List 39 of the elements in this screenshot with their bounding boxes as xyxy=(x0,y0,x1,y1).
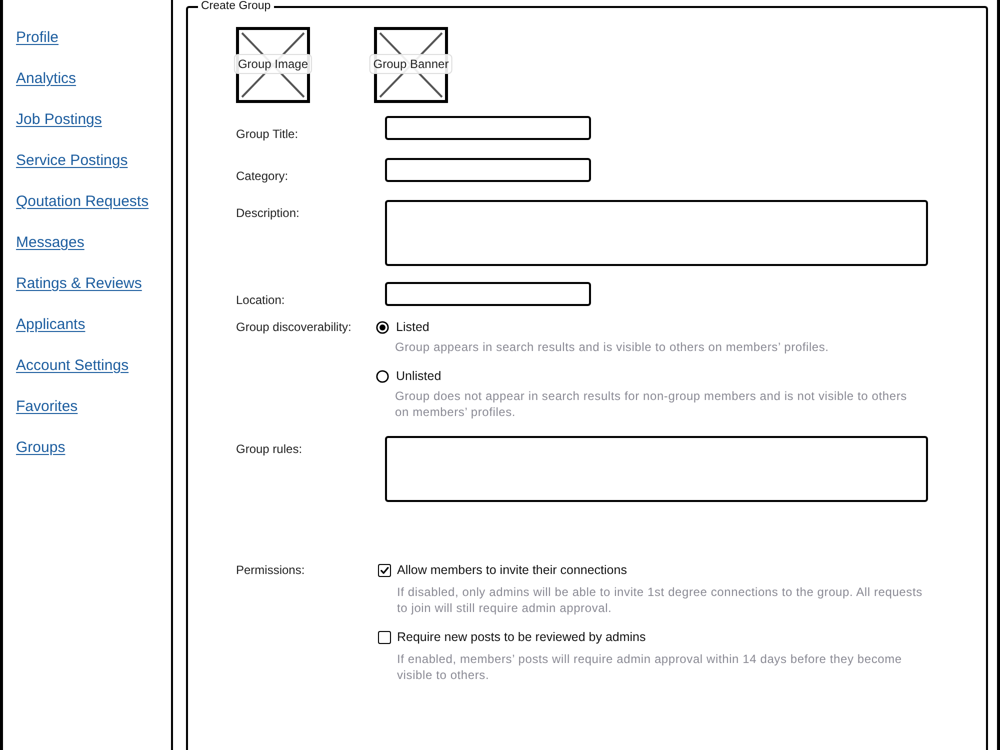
input-field[interactable] xyxy=(385,158,591,182)
field-label: Permissions: xyxy=(236,562,306,578)
option-description: Group appears in search results and is visible to others on members’ profiles. xyxy=(395,339,830,355)
nav-link[interactable]: Qoutation Requests xyxy=(16,192,149,211)
image-label: Group Image xyxy=(234,54,312,74)
text-area[interactable] xyxy=(385,436,928,502)
option-description: If disabled, only admins will be able to invite 1st degree connections to the group. All requests to join will still require admin approval. xyxy=(397,584,924,616)
option-label: Require new posts to be reviewed by admins xyxy=(397,629,646,645)
field-label: Group Title: xyxy=(236,126,300,142)
field-label: Group rules: xyxy=(236,441,304,457)
field-label: Description: xyxy=(236,205,300,221)
radio-button[interactable] xyxy=(376,370,389,382)
nav-link[interactable]: Profile xyxy=(16,28,59,47)
option-label: Unlisted xyxy=(396,368,442,384)
nav-link[interactable]: Ratings & Reviews xyxy=(16,274,142,293)
field-label: Category: xyxy=(236,168,290,184)
option-label: Allow members to invite their connections xyxy=(397,562,627,578)
option-label: Listed xyxy=(396,319,430,335)
field-label: Location: xyxy=(236,292,286,308)
input-field[interactable] xyxy=(385,116,591,140)
checkbox[interactable] xyxy=(378,630,391,644)
input-field[interactable] xyxy=(385,282,591,306)
nav-link[interactable]: Service Postings xyxy=(16,151,128,170)
nav-link[interactable]: Favorites xyxy=(16,397,78,416)
option-description: Group does not appear in search results for non-group members and is not visible to others on members’ profiles. xyxy=(395,388,908,420)
text-area[interactable] xyxy=(385,200,928,266)
image-label: Group Banner xyxy=(369,54,453,74)
nav-link[interactable]: Analytics xyxy=(16,69,76,88)
nav-link[interactable]: Messages xyxy=(16,233,84,252)
option-description: If enabled, members’ posts will require admin approval within 14 days before they become visible to others. xyxy=(397,651,903,683)
check-icon xyxy=(380,566,389,574)
panel-title: Create Group xyxy=(200,0,272,13)
field-label: Group discoverability: xyxy=(236,319,352,335)
radio-button[interactable] xyxy=(376,320,389,334)
nav-link[interactable]: Job Postings xyxy=(16,110,102,129)
nav-link[interactable]: Applicants xyxy=(16,315,86,334)
checkbox[interactable] xyxy=(378,564,391,576)
nav-link[interactable]: Groups xyxy=(16,438,66,457)
nav-link[interactable]: Account Settings xyxy=(16,356,129,375)
